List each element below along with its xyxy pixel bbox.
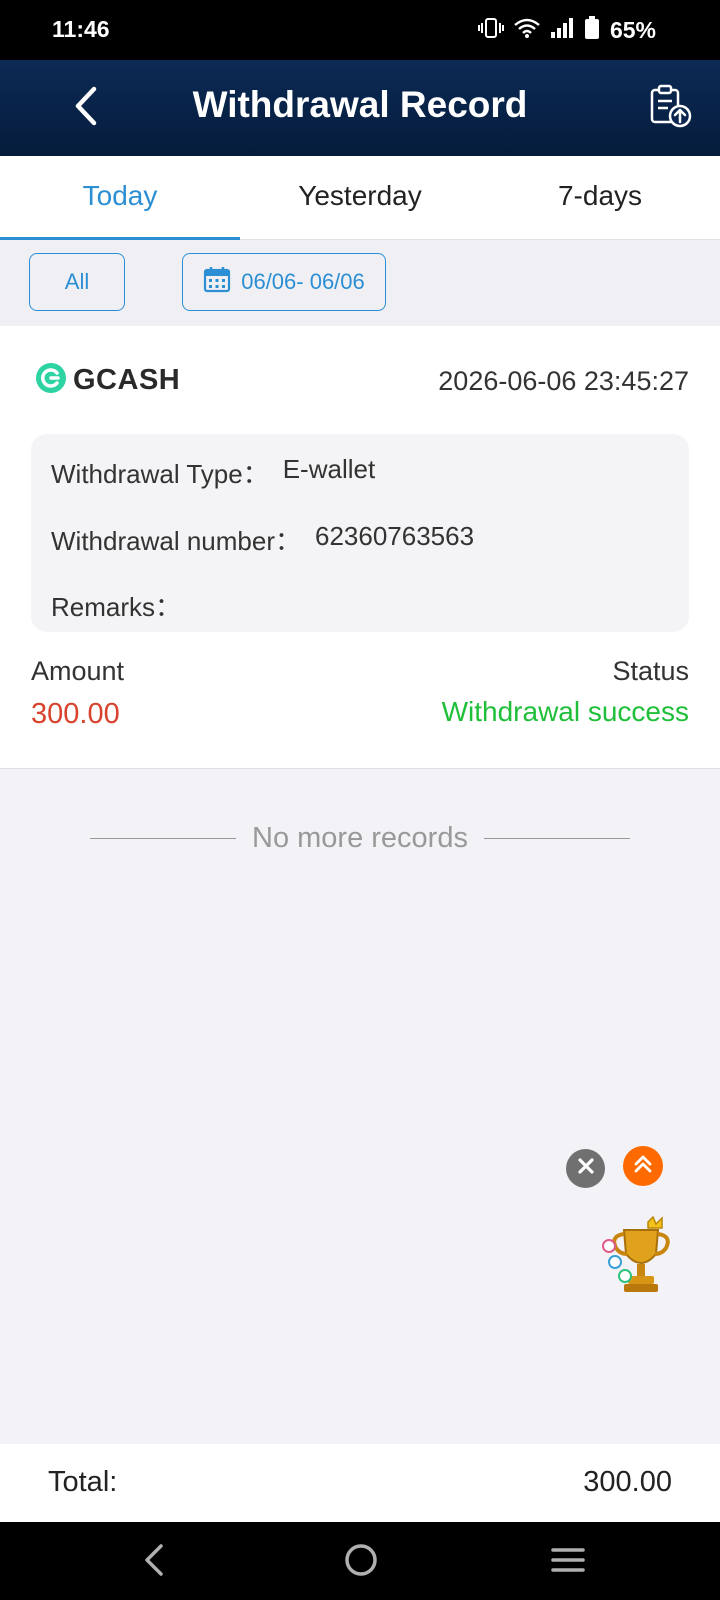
vibrate-icon (477, 17, 504, 44)
status-time: 11:46 (52, 16, 110, 42)
withdrawal-number-value: 62360763563 (314, 521, 475, 551)
remarks-label: Remarks： (51, 592, 182, 622)
battery-icon (584, 16, 600, 45)
tab-yesterday[interactable]: Yesterday (240, 156, 480, 239)
nav-back-button[interactable] (130, 1540, 178, 1584)
no-more-records-text: No more records (252, 822, 468, 854)
filter-bar: All 06/06- 06/06 (0, 240, 720, 326)
total-label: Total: (48, 1466, 118, 1498)
list-end-indicator: No more records (0, 822, 720, 855)
record-datetime: 2026-06-06 23:45:27 (438, 366, 689, 396)
total-value: 300.00 (583, 1466, 672, 1498)
total-bar: Total: 300.00 (0, 1444, 720, 1522)
status-value: Withdrawal success (441, 696, 689, 727)
withdrawal-type-label: Withdrawal Type： (51, 459, 269, 489)
nav-menu-icon (550, 1545, 586, 1580)
export-record-button[interactable] (644, 82, 696, 134)
type-filter-button[interactable]: All (29, 253, 125, 311)
gcash-logo-icon (35, 362, 67, 399)
divider (483, 838, 630, 839)
status-bar: 11:46 65% (0, 0, 720, 60)
battery-percent: 65% (609, 17, 656, 43)
divider (90, 838, 237, 839)
amount-value: 300.00 (31, 698, 120, 730)
clipboard-upload-icon (648, 84, 692, 133)
wifi-icon (514, 17, 540, 44)
remarks-row: Remarks： (51, 587, 195, 624)
withdrawal-number-row: Withdrawal number： 62360763563 (51, 521, 474, 558)
signal-icon (550, 17, 574, 44)
status-label: Status (612, 656, 689, 686)
withdrawal-number-label: Withdrawal number： (51, 526, 301, 556)
date-tabs: Today Yesterday 7-days (0, 156, 720, 241)
nav-back-icon (143, 1543, 165, 1581)
scroll-to-top-button[interactable] (623, 1146, 663, 1186)
double-chevron-up-icon (632, 1153, 654, 1180)
withdrawal-type-row: Withdrawal Type： E-wallet (51, 454, 375, 491)
date-range-button[interactable]: 06/06- 06/06 (182, 253, 386, 311)
close-icon (577, 1157, 595, 1180)
nav-home-button[interactable] (337, 1540, 385, 1584)
amount-label: Amount (31, 656, 125, 686)
withdrawal-type-value: E-wallet (282, 454, 376, 484)
provider: GCASH (35, 362, 180, 399)
status-icons: 65% (477, 16, 656, 45)
trophy-icon (600, 1215, 682, 1304)
calendar-icon (203, 265, 231, 299)
page-title: Withdrawal Record (192, 84, 528, 125)
provider-name: GCASH (73, 364, 181, 396)
system-nav-bar (0, 1522, 720, 1600)
leaderboard-trophy-button[interactable] (600, 1215, 682, 1300)
app-header: Withdrawal Record (0, 60, 720, 156)
tab-7-days[interactable]: 7-days (480, 156, 720, 239)
date-range-label: 06/06- 06/06 (241, 269, 365, 294)
nav-recents-button[interactable] (544, 1540, 592, 1584)
nav-home-icon (343, 1542, 379, 1583)
withdrawal-record-card[interactable]: GCASH 2026-06-06 23:45:27 Withdrawal Typ… (0, 326, 720, 769)
close-float-button[interactable] (566, 1149, 605, 1188)
tab-today[interactable]: Today (0, 156, 240, 241)
details-box: Withdrawal Type： E-wallet Withdrawal num… (31, 434, 689, 632)
